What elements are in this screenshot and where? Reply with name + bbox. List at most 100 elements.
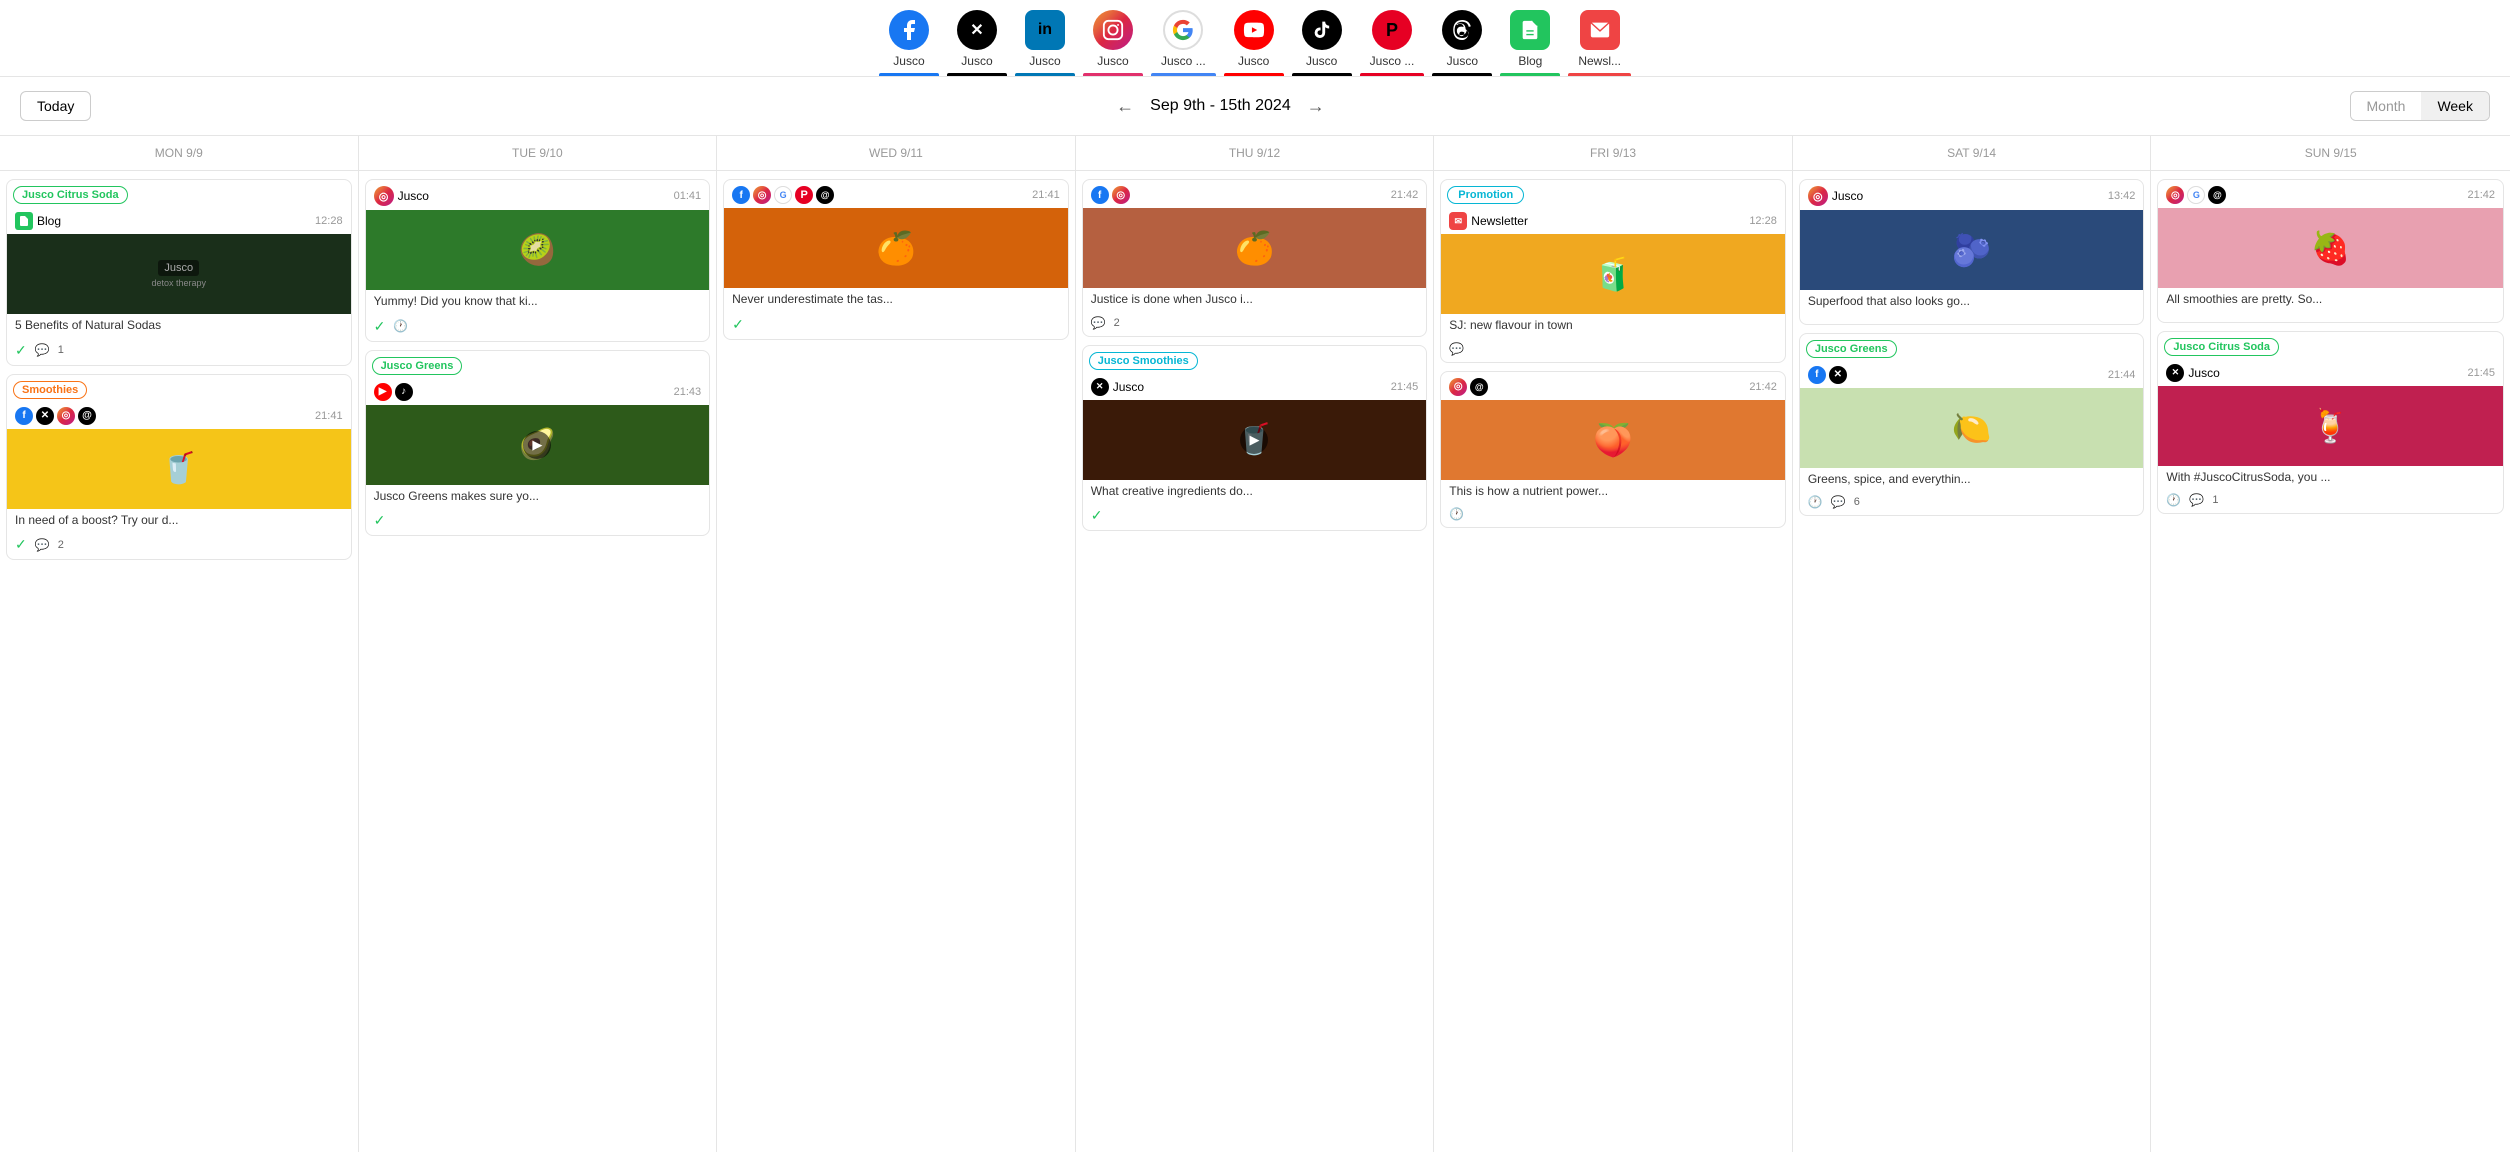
card-time-fri-1: 12:28 [1749,215,1777,227]
video-overlay-tue-2: ▶ [523,431,551,459]
channel-facebook[interactable]: Jusco [879,10,939,76]
card-header-tue-1: ◎ Jusco 01:41 [366,180,710,210]
channel-blog[interactable]: Blog [1500,10,1560,76]
channel-google[interactable]: Jusco ... [1151,10,1216,76]
day-column-tue: TUE 9/10 ◎ Jusco 01:41 🥝 Yummy! Did you … [359,136,718,1152]
ig-icon-thu: ◎ [1112,186,1130,204]
brand-name-fri-1: Newsletter [1471,214,1528,228]
post-card-mon-2[interactable]: Smoothies f ✕ ◎ @ 21:41 🥤 In need of a b… [6,374,352,561]
card-footer-mon-1: ✓ 💬 1 [7,338,351,365]
card-image-wrap-fri-2: 🍑 [1441,400,1785,480]
card-image-wrap-sat-1: 🫐 [1800,210,2144,290]
card-image-sat-2: 🍋 [1800,388,2144,468]
post-card-fri-2[interactable]: ◎ @ 21:42 🍑 This is how a nutrient power… [1440,371,1786,529]
channel-instagram[interactable]: Jusco [1083,10,1143,76]
month-view-button[interactable]: Month [2351,92,2422,120]
channel-label-pi: Jusco ... [1370,54,1415,68]
channel-underline-tw [947,73,1007,76]
yt-icon-tue-2: ▶ [374,383,392,401]
ig-icon-sun: ◎ [2166,186,2184,204]
card-time-sat-2: 21:44 [2108,369,2136,381]
channel-underline-nl [1568,73,1631,76]
social-icons-mon-2: f ✕ ◎ @ [15,407,96,425]
prev-arrow[interactable]: ← [1116,96,1134,117]
channel-bar: Jusco ✕ Jusco in Jusco Jusco Jusco ... [0,0,2510,77]
card-footer-tue-2: ✓ [366,508,710,535]
google-icon [1163,10,1203,50]
card-image-wrap-thu-1: 🍊 [1083,208,1427,288]
post-card-mon-1[interactable]: Jusco Citrus Soda Blog 12:28 Jusco detox… [6,179,352,366]
channel-tiktok[interactable]: Jusco [1292,10,1352,76]
card-time-tue-2: 21:43 [674,386,702,398]
group-tag-citrus-soda: Jusco Citrus Soda [13,186,128,204]
card-header-sun-1: ◎ G @ 21:42 [2158,180,2503,208]
comment-count-sat-2: 6 [1854,496,1860,508]
check-icon-mon-2: ✓ [15,536,27,553]
social-icons-sat-2: f ✕ [1808,366,1847,384]
card-text-sun-2: With #JuscoCitrusSoda, you ... [2158,466,2503,490]
channel-linkedin[interactable]: in Jusco [1015,10,1075,76]
comment-count-thu-1: 2 [1114,317,1120,329]
comment-count-sun-2: 1 [2212,494,2218,506]
post-card-tue-1[interactable]: ◎ Jusco 01:41 🥝 Yummy! Did you know that… [365,179,711,342]
card-text-fri-2: This is how a nutrient power... [1441,480,1785,504]
blog-small-icon [15,212,33,230]
day-content-fri: Promotion ✉ Newsletter 12:28 🧃 SJ: new f… [1434,171,1792,536]
today-button[interactable]: Today [20,91,91,121]
clock-icon-tue-1: 🕐 [393,319,408,333]
channel-threads[interactable]: Jusco [1432,10,1492,76]
day-content-sat: ◎ Jusco 13:42 🫐 Superfood that also look… [1793,171,2151,524]
clock-icon-sun-2: 🕐 [2166,493,2181,507]
group-tag-greens-sat: Jusco Greens [1806,340,1897,358]
channel-twitter[interactable]: ✕ Jusco [947,10,1007,76]
check-icon-wed-1: ✓ [732,316,744,333]
post-card-sun-2[interactable]: Jusco Citrus Soda ✕ Jusco 21:45 🍹 With #… [2157,331,2504,515]
card-header-sun-2: ✕ Jusco 21:45 [2158,358,2503,386]
post-card-sat-1[interactable]: ◎ Jusco 13:42 🫐 Superfood that also look… [1799,179,2145,325]
card-image-sun-2: 🍹 [2158,386,2503,466]
day-column-mon: MON 9/9 Jusco Citrus Soda Blog 12:28 J [0,136,359,1152]
group-tag-citrus-sun: Jusco Citrus Soda [2164,338,2279,356]
day-header-thu: THU 9/12 [1076,136,1434,171]
post-card-fri-1[interactable]: Promotion ✉ Newsletter 12:28 🧃 SJ: new f… [1440,179,1786,363]
channel-underline-yt [1224,73,1284,76]
tw-icon-sun: ✕ [2166,364,2184,382]
post-card-thu-2[interactable]: Jusco Smoothies ✕ Jusco 21:45 🥤 ▶ What c… [1082,345,1428,532]
post-card-thu-1[interactable]: f ◎ 21:42 🍊 Justice is done when Jusco i… [1082,179,1428,337]
week-view-button[interactable]: Week [2421,92,2489,120]
post-card-tue-2[interactable]: Jusco Greens ▶ ♪ 21:43 🥑 ▶ Jusco Greens … [365,350,711,537]
card-image-fri-2: 🍑 [1441,400,1785,480]
post-card-sun-1[interactable]: ◎ G @ 21:42 🍓 All smoothies are pretty. … [2157,179,2504,323]
post-card-sat-2[interactable]: Jusco Greens f ✕ 21:44 🍋 Greens, spice, … [1799,333,2145,517]
tk-icon-tue-2: ♪ [395,383,413,401]
card-image-sun-1: 🍓 [2158,208,2503,288]
channel-pinterest[interactable]: P Jusco ... [1360,10,1425,76]
post-card-wed-1[interactable]: f ◎ G P @ 21:41 🍊 Never underestimate th… [723,179,1069,340]
channel-underline-bl [1500,73,1560,76]
pi-icon-wed: P [795,186,813,204]
group-tag-smoothies: Smoothies [13,381,87,399]
channel-newsletter[interactable]: Newsl... [1568,10,1631,76]
facebook-icon [889,10,929,50]
comment-icon-sun-2: 💬 [2189,493,2204,507]
comment-icon-thu-1: 💬 [1091,316,1106,330]
card-image-wrap-fri-1: 🧃 [1441,234,1785,314]
check-icon-tue-1: ✓ [374,318,386,335]
date-range-label: Sep 9th - 15th 2024 [1150,97,1291,115]
card-image-wrap-mon-1: Jusco detox therapy [7,234,351,314]
twitter-icon: ✕ [957,10,997,50]
th-icon-sun: @ [2208,186,2226,204]
next-arrow[interactable]: → [1307,96,1325,117]
check-icon-tue-2: ✓ [374,512,386,529]
check-icon-thu-2: ✓ [1091,507,1103,524]
video-overlay-thu-2: ▶ [1240,426,1268,454]
channel-youtube[interactable]: Jusco [1224,10,1284,76]
card-image-mon-1: Jusco detox therapy [7,234,351,314]
day-header-tue: TUE 9/10 [359,136,717,171]
card-footer-sun-2: 🕐 💬 1 [2158,489,2503,513]
card-footer-sun-1 [2158,312,2503,322]
day-header-mon: MON 9/9 [0,136,358,171]
card-image-wrap-wed-1: 🍊 [724,208,1068,288]
fb-icon-thu: f [1091,186,1109,204]
day-column-sun: SUN 9/15 ◎ G @ 21:42 🍓 All smoothi [2151,136,2510,1152]
